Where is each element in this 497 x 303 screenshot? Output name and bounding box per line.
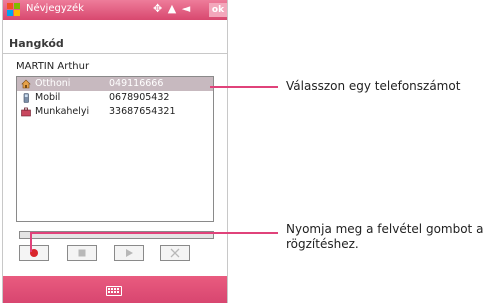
connectivity-icon[interactable]: ✥	[153, 2, 163, 15]
menu-bar	[3, 276, 227, 303]
device-screen: Névjegyzék ✥ ▲ ◄ ok Hangkód MARTIN Arthu…	[2, 0, 228, 303]
phone-row-home[interactable]: Otthoni 049116666	[17, 77, 213, 91]
start-menu-icon[interactable]	[7, 3, 21, 17]
ok-button[interactable]: ok	[209, 3, 227, 17]
callout-press-record-line2: rögzítéshez.	[286, 237, 359, 251]
title-bar: Névjegyzék ✥ ▲ ◄ ok	[3, 0, 227, 20]
stop-icon	[78, 249, 86, 257]
delete-icon	[170, 248, 180, 258]
volume-icon[interactable]: ◄	[182, 2, 191, 15]
phone-number: 049116666	[109, 78, 164, 89]
briefcase-icon	[21, 107, 31, 117]
callout-line-bottom	[30, 232, 278, 234]
play-button[interactable]	[114, 245, 144, 261]
contact-name: MARTIN Arthur	[16, 61, 90, 72]
mobile-phone-icon	[23, 93, 29, 103]
callout-line-top	[210, 86, 278, 88]
status-icons: ✥ ▲ ◄	[153, 2, 191, 15]
phone-number: 0678905432	[109, 92, 170, 103]
phone-number: 33687654321	[109, 106, 176, 117]
phone-number-list[interactable]: Otthoni 049116666 Mobil 0678905432 Munka…	[16, 76, 214, 222]
home-icon	[21, 79, 31, 89]
title-divider	[3, 53, 227, 54]
app-title: Névjegyzék	[26, 3, 84, 14]
record-button[interactable]	[19, 245, 49, 261]
phone-label: Mobil	[35, 92, 61, 103]
signal-icon[interactable]: ▲	[168, 2, 177, 15]
phone-row-work[interactable]: Munkahelyi 33687654321	[17, 105, 213, 119]
phone-row-mobile[interactable]: Mobil 0678905432	[17, 91, 213, 105]
callout-press-record-line1: Nyomja meg a felvétel gombot a	[286, 222, 484, 236]
callout-select-number: Válasszon egy telefonszámot	[286, 79, 461, 93]
callout-line-bottom-drop	[30, 232, 32, 252]
keyboard-icon[interactable]	[106, 286, 122, 296]
phone-label: Otthoni	[35, 78, 71, 89]
callout-press-record: Nyomja meg a felvétel gombot a rögzítésh…	[286, 222, 483, 252]
delete-button[interactable]	[160, 245, 190, 261]
play-icon	[126, 249, 133, 257]
stop-button[interactable]	[67, 245, 97, 261]
page-title: Hangkód	[9, 37, 64, 50]
phone-label: Munkahelyi	[35, 106, 90, 117]
